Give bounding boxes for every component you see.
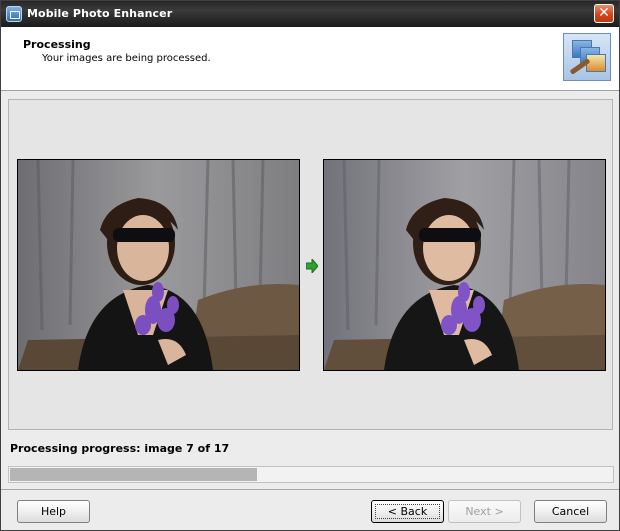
page-subtitle: Your images are being processed. xyxy=(42,53,211,64)
next-button[interactable]: Next > xyxy=(448,500,521,523)
application-window: Mobile Photo Enhancer ✕ Processing Your … xyxy=(0,0,620,531)
enhanced-photo xyxy=(323,159,606,371)
progress-label: Processing progress: image 7 of 17 xyxy=(10,442,230,455)
green-arrow-right-icon xyxy=(306,259,318,273)
close-button[interactable]: ✕ xyxy=(594,4,614,23)
progress-bar-fill xyxy=(10,468,257,481)
preview-panel xyxy=(8,99,613,430)
photo-stack-wand-icon xyxy=(563,33,611,81)
window-title: Mobile Photo Enhancer xyxy=(27,7,173,20)
help-button[interactable]: Help xyxy=(17,500,90,523)
title-bar[interactable]: Mobile Photo Enhancer ✕ xyxy=(1,1,619,27)
original-photo xyxy=(17,159,300,371)
cancel-button[interactable]: Cancel xyxy=(534,500,607,523)
wizard-content: Processing progress: image 7 of 17 Help … xyxy=(1,91,619,530)
photo-enhancer-app-icon xyxy=(6,6,22,22)
button-divider xyxy=(1,489,619,490)
close-icon: ✕ xyxy=(598,5,610,21)
focus-rectangle xyxy=(375,504,440,519)
progress-bar xyxy=(8,466,614,483)
page-title: Processing xyxy=(23,38,91,51)
wizard-header: Processing Your images are being process… xyxy=(1,27,619,91)
back-button[interactable]: < Back xyxy=(371,500,444,523)
